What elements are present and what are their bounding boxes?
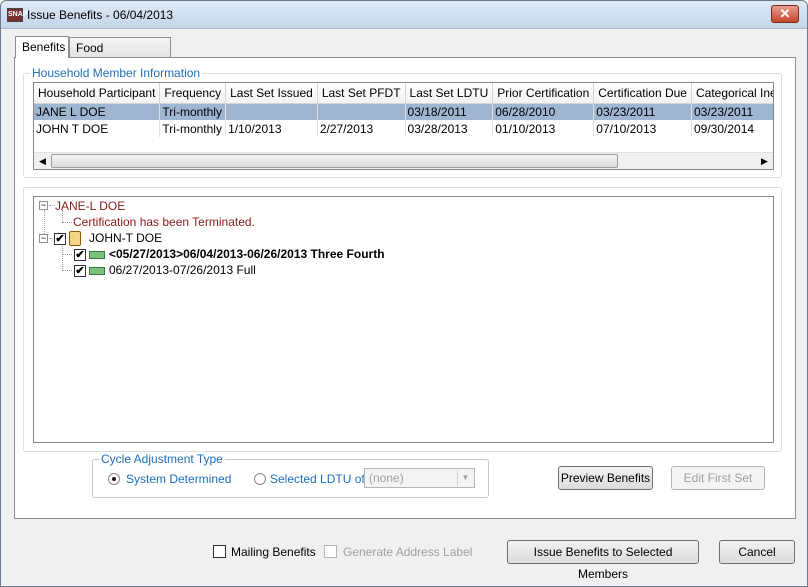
termination-message: Certification has been Terminated. <box>73 215 255 229</box>
system-determined-label[interactable]: System Determined <box>126 472 231 486</box>
benefit-set-checkbox[interactable]: ✔ <box>74 249 86 261</box>
tree-connector <box>62 270 72 271</box>
table-cell: 03/23/2011 <box>691 103 773 120</box>
issue-benefits-button[interactable]: Issue Benefits to Selected Members <box>507 540 699 581</box>
table-cell: JOHN T DOE <box>34 120 161 137</box>
benefit-sets-tree[interactable]: − JANE-L DOE Certification has been Term… <box>33 196 774 443</box>
benefit-set-icon <box>89 251 105 259</box>
close-button[interactable]: ✕ <box>771 5 799 23</box>
column-header[interactable]: Last Set PFDT <box>317 83 406 104</box>
grid-header-row: Household Participant Frequency Last Set… <box>34 83 773 104</box>
table-cell: 1/10/2013 <box>225 120 318 137</box>
tree-node-jane[interactable]: JANE-L DOE <box>55 199 125 213</box>
tree-connector <box>62 254 72 255</box>
column-header[interactable]: Last Set LDTU <box>405 83 494 104</box>
generate-address-label-checkbox[interactable] <box>324 545 337 558</box>
household-member-legend: Household Member Information <box>30 66 203 80</box>
table-cell: 06/28/2010 <box>492 103 595 120</box>
column-header[interactable]: Last Set Issued <box>225 83 318 104</box>
cycle-adjustment-legend: Cycle Adjustment Type <box>99 452 225 466</box>
scroll-left-arrow-icon[interactable]: ◀ <box>34 153 51 169</box>
tab-food-prescription[interactable]: Food Prescription <box>69 37 171 69</box>
issue-benefits-window: SNAP Issue Benefits - 06/04/2013 ✕ Benef… <box>0 0 808 587</box>
certification-icon <box>69 231 81 246</box>
tree-node-john[interactable]: JOHN-T DOE <box>89 231 162 245</box>
benefit-set-label[interactable]: 06/27/2013-07/26/2013 Full <box>109 263 256 277</box>
scroll-right-arrow-icon[interactable]: ▶ <box>756 153 773 169</box>
table-cell <box>317 103 406 120</box>
mailing-benefits-checkbox[interactable] <box>213 545 226 558</box>
benefit-set-checkbox[interactable]: ✔ <box>74 265 86 277</box>
tree-connector <box>62 222 72 223</box>
tree-connector <box>62 244 63 271</box>
column-header[interactable]: Household Participant <box>34 83 161 104</box>
table-cell: Tri-monthly <box>159 103 227 120</box>
column-header[interactable]: Categorical Ineligibility <box>691 83 773 104</box>
selected-ldtu-label[interactable]: Selected LDTU of <box>270 472 365 486</box>
table-cell: 03/18/2011 <box>405 103 494 120</box>
table-row[interactable]: JOHN T DOE Tri-monthly 1/10/2013 2/27/20… <box>34 120 773 137</box>
window-title: Issue Benefits - 06/04/2013 <box>27 8 174 22</box>
ldtu-dropdown[interactable]: (none) ▼ <box>364 468 475 488</box>
table-cell: 07/10/2013 <box>593 120 692 137</box>
ldtu-dropdown-value: (none) <box>369 471 404 485</box>
cancel-button[interactable]: Cancel <box>719 540 795 564</box>
table-cell: JANE L DOE <box>34 103 161 120</box>
collapse-icon[interactable]: − <box>39 201 48 210</box>
app-icon: SNAP <box>7 8 27 22</box>
edit-first-set-button[interactable]: Edit First Set <box>671 466 765 490</box>
column-header[interactable]: Certification Due <box>593 83 692 104</box>
selected-ldtu-radio[interactable] <box>254 473 266 485</box>
table-cell: 2/27/2013 <box>317 120 406 137</box>
collapse-icon[interactable]: − <box>39 234 48 243</box>
scrollbar-thumb[interactable] <box>51 154 618 168</box>
table-cell <box>225 103 318 120</box>
title-bar[interactable]: SNAP Issue Benefits - 06/04/2013 ✕ <box>1 1 807 29</box>
chevron-down-icon[interactable]: ▼ <box>457 470 473 486</box>
table-cell: 03/23/2011 <box>593 103 692 120</box>
table-cell: 01/10/2013 <box>492 120 595 137</box>
benefit-set-icon <box>89 267 105 275</box>
preview-benefits-button[interactable]: Preview Benefits <box>558 466 653 490</box>
tab-benefits[interactable]: Benefits <box>15 36 69 58</box>
table-cell: 09/30/2014 <box>691 120 773 137</box>
system-determined-radio[interactable] <box>108 473 120 485</box>
table-cell: 03/28/2013 <box>405 120 494 137</box>
household-member-grid[interactable]: Household Participant Frequency Last Set… <box>33 82 774 170</box>
column-header[interactable]: Prior Certification <box>492 83 595 104</box>
mailing-benefits-label[interactable]: Mailing Benefits <box>231 545 316 559</box>
table-row[interactable]: JANE L DOE Tri-monthly 03/18/2011 06/28/… <box>34 103 773 120</box>
john-node-checkbox[interactable]: ✔ <box>54 233 66 245</box>
horizontal-scrollbar[interactable]: ◀ ▶ <box>34 152 773 169</box>
table-cell: Tri-monthly <box>159 120 227 137</box>
column-header[interactable]: Frequency <box>159 83 227 104</box>
generate-address-label-text: Generate Address Label <box>343 545 473 559</box>
benefit-set-label[interactable]: <05/27/2013>06/04/2013-06/26/2013 Three … <box>109 247 385 261</box>
